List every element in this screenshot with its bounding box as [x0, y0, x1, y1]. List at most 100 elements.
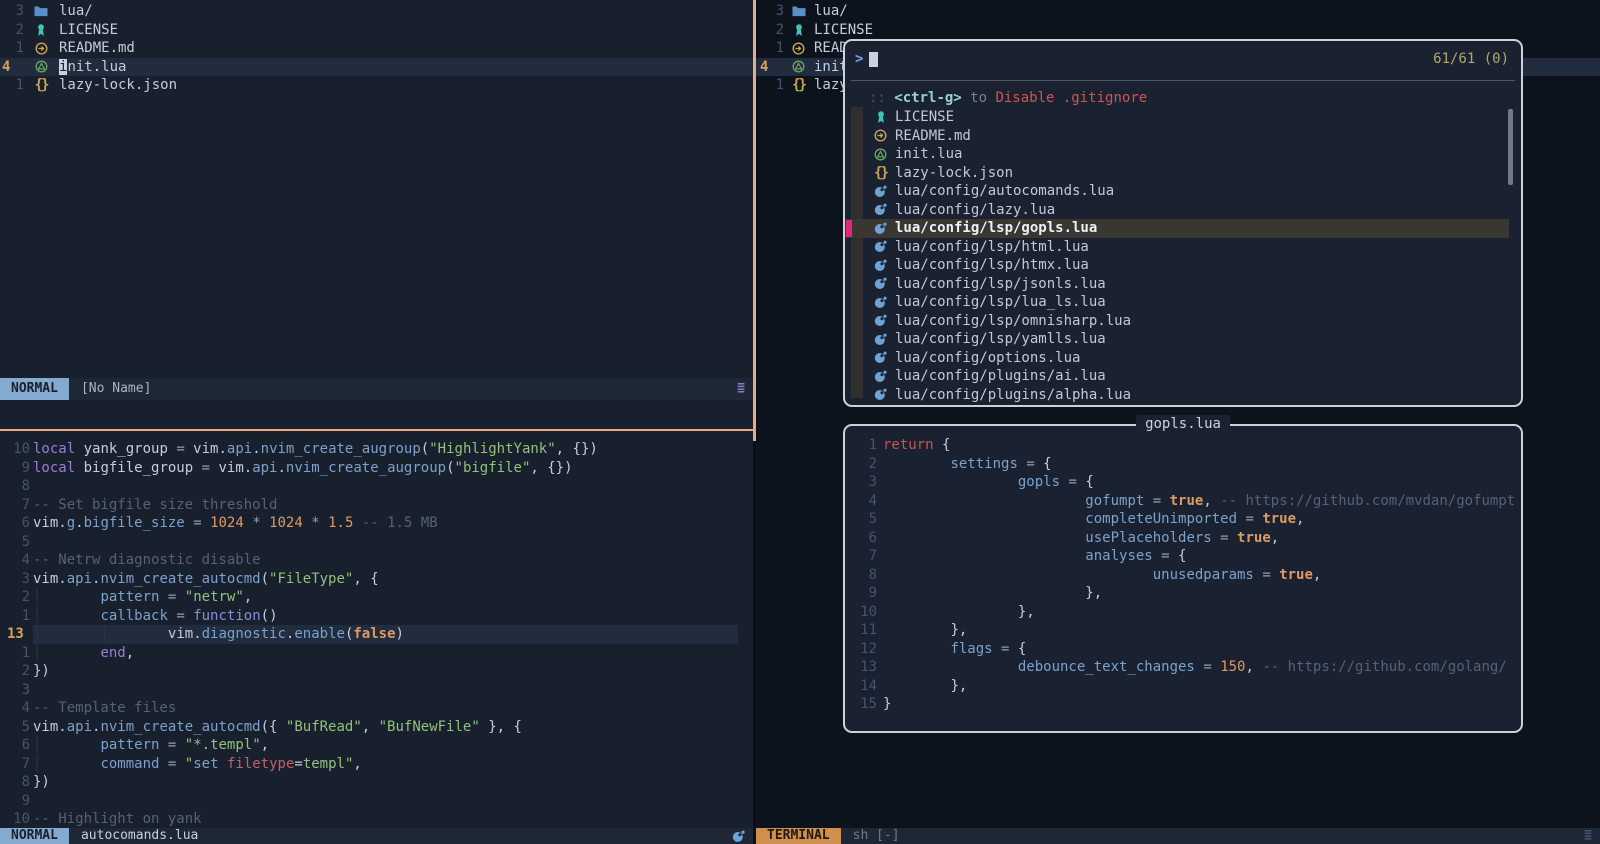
buffer-name: [No Name] — [81, 380, 151, 399]
preview-code: 1return {2 settings = {3 gopls = {4 gofu… — [845, 436, 1519, 714]
explorer-item-init-lua[interactable]: 4init.lua — [0, 58, 753, 77]
fzf-item-readme-md[interactable]: README.md — [845, 127, 1509, 146]
explorer-item-license[interactable]: 2LICENSE — [0, 21, 753, 40]
code-line[interactable]: 7│ command = "set filetype=templ", — [0, 755, 753, 774]
window-separator-active[interactable] — [753, 0, 756, 441]
code-line[interactable]: 10local yank_group = vim.api.nvim_create… — [0, 440, 753, 459]
file-name: lua/config/autocomands.lua — [895, 182, 1114, 201]
code-text: settings = { — [883, 455, 1519, 474]
fzf-prompt-row[interactable]: > 61/61 (0) — [855, 50, 1509, 69]
code-text: │ command = "set filetype=templ", — [33, 755, 738, 774]
explorer-item-lua[interactable]: 3lua/ — [756, 2, 1600, 21]
fzf-item-lua-config-lsp-yamlls-lua[interactable]: lua/config/lsp/yamlls.lua — [845, 330, 1509, 349]
code-line[interactable]: 7 analyses = { — [845, 547, 1519, 566]
line-number: 9 — [0, 792, 30, 811]
code-line[interactable]: 1│ end, — [0, 644, 753, 663]
json-icon: {} — [791, 76, 806, 95]
code-line[interactable]: 8 unusedparams = true, — [845, 566, 1519, 585]
code-line[interactable]: 5 — [0, 533, 753, 552]
folder-icon — [791, 5, 806, 17]
code-line[interactable]: 14 }, — [845, 677, 1519, 696]
file-name: lazy-lock.json — [59, 76, 177, 95]
fzf-item-lua-config-lsp-jsonls-lua[interactable]: lua/config/lsp/jsonls.lua — [845, 275, 1509, 294]
fzf-item-lua-config-plugins-alpha-lua[interactable]: lua/config/plugins/alpha.lua — [845, 386, 1509, 405]
code-line[interactable]: 9 — [0, 792, 753, 811]
code-line[interactable]: 3 — [0, 681, 753, 700]
fzf-scrollbar[interactable] — [1508, 109, 1513, 185]
code-line[interactable]: 5 completeUnimported = true, — [845, 510, 1519, 529]
fzf-item-init-lua[interactable]: init.lua — [845, 145, 1509, 164]
fzf-item-lazy-lock-json[interactable]: {}lazy-lock.json — [845, 164, 1509, 183]
code-line[interactable]: 10 }, — [845, 603, 1519, 622]
code-line[interactable]: 2 settings = { — [845, 455, 1519, 474]
fzf-item-lua-config-lsp-gopls-lua[interactable]: lua/config/lsp/gopls.lua — [845, 219, 1509, 238]
code-line[interactable]: 1│ callback = function() — [0, 607, 753, 626]
code-line[interactable]: 9local bigfile_group = vim.api.nvim_crea… — [0, 459, 753, 478]
line-number: 4 — [0, 551, 30, 570]
fzf-item-lua-config-lsp-html-lua[interactable]: lua/config/lsp/html.lua — [845, 238, 1509, 257]
code-line[interactable]: 4-- Template files — [0, 699, 753, 718]
code-text: │ callback = function() — [33, 607, 738, 626]
code-line[interactable]: 2}) — [0, 662, 753, 681]
fzf-preview-popup: gopls.lua 1return {2 settings = {3 gopls… — [843, 424, 1523, 733]
code-line[interactable]: 5vim.api.nvim_create_autocmd({ "BufRead"… — [0, 718, 753, 737]
fzf-item-lua-config-lsp-omnisharp-lua[interactable]: lua/config/lsp/omnisharp.lua — [845, 312, 1509, 331]
code-line[interactable]: 6│ pattern = "*.templ", — [0, 736, 753, 755]
code-line[interactable]: 12 flags = { — [845, 640, 1519, 659]
line-number: 3 — [0, 2, 24, 21]
code-line[interactable]: 13│ │ vim.diagnostic.enable(false) — [0, 625, 753, 644]
fzf-item-lua-config-lazy-lua[interactable]: lua/config/lazy.lua — [845, 201, 1509, 220]
line-number: 9 — [845, 584, 877, 603]
code-line[interactable]: 3 gopls = { — [845, 473, 1519, 492]
code-line[interactable]: 6 usePlaceholders = true, — [845, 529, 1519, 548]
file-explorer-left: 3lua/2LICENSE1README.md4init.lua1{}lazy-… — [0, 2, 753, 95]
line-number: 9 — [0, 459, 30, 478]
code-line[interactable]: 7-- Set bigfile size threshold — [0, 496, 753, 515]
fzf-item-lua-config-autocomands-lua[interactable]: lua/config/autocomands.lua — [845, 182, 1509, 201]
code-line[interactable]: 4-- Netrw diagnostic disable — [0, 551, 753, 570]
window-separator[interactable] — [753, 441, 756, 844]
code-line[interactable]: 8 — [0, 477, 753, 496]
code-line[interactable]: 6vim.g.bigfile_size = 1024 * 1024 * 1.5 … — [0, 514, 753, 533]
window-separator-horizontal[interactable] — [0, 429, 753, 431]
line-number: 1 — [0, 39, 24, 58]
code-text: vim.api.nvim_create_autocmd("FileType", … — [33, 570, 738, 589]
line-number: 5 — [845, 510, 877, 529]
fzf-item-license[interactable]: LICENSE — [845, 108, 1509, 127]
code-line[interactable]: 8}) — [0, 773, 753, 792]
line-number: 4 — [845, 492, 877, 511]
preview-title: gopls.lua — [1136, 415, 1230, 434]
code-text: unusedparams = true, — [883, 566, 1519, 585]
code-text: vim.api.nvim_create_autocmd({ "BufRead",… — [33, 718, 738, 737]
code-line[interactable]: 13 debounce_text_changes = 150, -- https… — [845, 658, 1519, 677]
line-number: 3 — [756, 2, 784, 21]
code-line[interactable]: 2│ pattern = "netrw", — [0, 588, 753, 607]
code-text: }) — [33, 662, 738, 681]
code-line[interactable]: 9 }, — [845, 584, 1519, 603]
line-number: 10 — [0, 810, 30, 829]
explorer-item-lazy-lock-json[interactable]: 1{}lazy-lock.json — [0, 76, 753, 95]
line-number: 1 — [0, 607, 30, 626]
code-line[interactable]: 3vim.api.nvim_create_autocmd("FileType",… — [0, 570, 753, 589]
code-line[interactable]: 11 }, — [845, 621, 1519, 640]
lua-icon — [873, 203, 888, 216]
line-number: 8 — [0, 773, 30, 792]
code-text: gofumpt = true, -- https://github.com/mv… — [883, 492, 1519, 511]
file-name: lazy-lock.json — [895, 164, 1013, 183]
explorer-item-readme-md[interactable]: 1README.md — [0, 39, 753, 58]
line-number: 13 — [0, 625, 30, 644]
fzf-item-lua-config-lsp-lua-ls-lua[interactable]: lua/config/lsp/lua_ls.lua — [845, 293, 1509, 312]
code-text: │ end, — [33, 644, 738, 663]
fzf-item-lua-config-lsp-htmx-lua[interactable]: lua/config/lsp/htmx.lua — [845, 256, 1509, 275]
code-line[interactable]: 4 gofumpt = true, -- https://github.com/… — [845, 492, 1519, 511]
file-name: lua/config/lsp/html.lua — [895, 238, 1089, 257]
explorer-item-license[interactable]: 2LICENSE — [756, 21, 1600, 40]
code-line[interactable]: 15} — [845, 695, 1519, 714]
fzf-item-lua-config-plugins-ai-lua[interactable]: lua/config/plugins/ai.lua — [845, 367, 1509, 386]
header-keybind: <ctrl-g> — [894, 90, 961, 106]
code-line[interactable]: 1return { — [845, 436, 1519, 455]
explorer-item-lua[interactable]: 3lua/ — [0, 2, 753, 21]
code-line[interactable]: 10-- Highlight on yank — [0, 810, 753, 829]
header-action[interactable]: Disable .gitignore — [995, 90, 1147, 106]
fzf-item-lua-config-options-lua[interactable]: lua/config/options.lua — [845, 349, 1509, 368]
